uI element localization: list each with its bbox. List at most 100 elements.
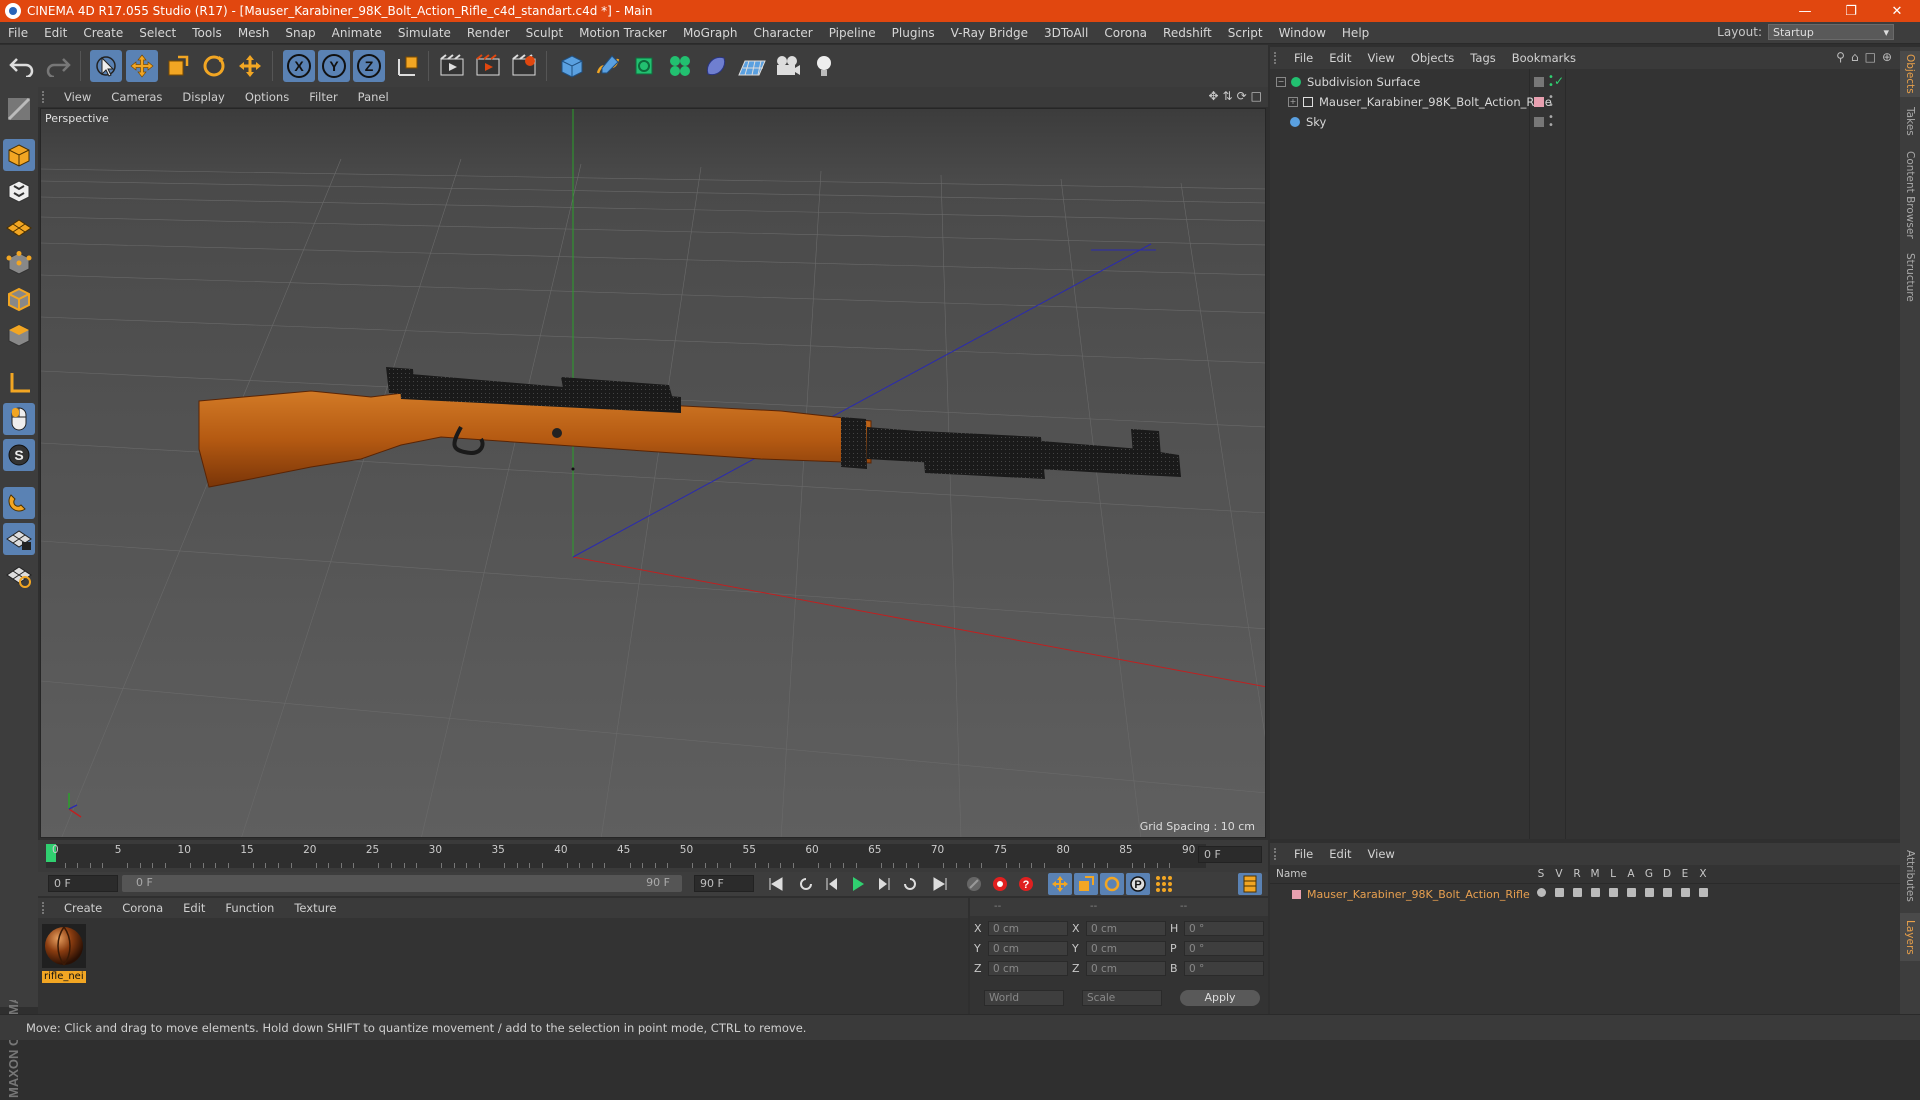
object-row-subdivision-surface[interactable]: − Subdivision Surface • • ✓ (1270, 72, 1900, 92)
visibility-dots-icon[interactable]: • • (1548, 93, 1554, 111)
scale-tool-icon[interactable] (162, 50, 194, 82)
objects-menu-bookmarks[interactable]: Bookmarks (1504, 51, 1584, 65)
visibility-dots-icon[interactable]: • • (1548, 113, 1554, 131)
objects-menu-file[interactable]: File (1286, 51, 1321, 65)
current-frame-field[interactable]: 0 F (1198, 846, 1262, 863)
render-to-picture-viewer-icon[interactable] (472, 50, 504, 82)
tab-content-browser[interactable]: Content Browser (1900, 145, 1920, 245)
menu-edit[interactable]: Edit (36, 26, 75, 40)
objects-menu-view[interactable]: View (1360, 51, 1403, 65)
render-view-icon[interactable] (436, 50, 468, 82)
enabled-check-icon[interactable]: ✓ (1554, 74, 1564, 88)
viewport-menu-panel[interactable]: Panel (348, 90, 399, 104)
tab-layers[interactable]: Layers (1900, 913, 1920, 961)
redo-icon[interactable] (42, 50, 74, 82)
layer-flag-toggle-icon[interactable] (1586, 888, 1604, 897)
key-parameter-icon[interactable]: P (1126, 873, 1150, 895)
position-y-field[interactable]: 0 cm (988, 941, 1068, 956)
y-axis-lock-button[interactable]: Y (318, 50, 350, 82)
layers-menu-file[interactable]: File (1286, 847, 1321, 861)
position-x-field[interactable]: 0 cm (988, 921, 1068, 936)
cube-primitive-icon[interactable] (556, 50, 588, 82)
next-frame-icon[interactable] (872, 873, 896, 895)
timeline-ruler[interactable]: 0 5 10 15 20 25 30 35 40 45 50 55 60 65 70 75 80 85 90 0 F (38, 840, 1268, 872)
previous-frame-icon[interactable] (820, 873, 844, 895)
rotate-tool-icon[interactable] (198, 50, 230, 82)
material-menu-function[interactable]: Function (215, 901, 284, 915)
viewport-rotate-icon[interactable]: ⟳ (1237, 89, 1247, 103)
home-icon[interactable]: ⌂ (1851, 50, 1859, 64)
end-frame-field[interactable]: 90 F (694, 875, 754, 892)
layers-menu-edit[interactable]: Edit (1321, 847, 1359, 861)
tab-attributes[interactable]: Attributes (1900, 843, 1920, 909)
menu-animate[interactable]: Animate (324, 26, 390, 40)
layer-flag-toggle-icon[interactable] (1532, 888, 1550, 897)
layers-menu-view[interactable]: View (1360, 847, 1403, 861)
previous-key-icon[interactable] (794, 873, 818, 895)
points-mode-icon[interactable] (3, 247, 35, 279)
floor-environment-icon[interactable] (736, 50, 768, 82)
viewport-pan-icon[interactable]: ✥ (1208, 89, 1218, 103)
layer-flag-toggle-icon[interactable] (1658, 888, 1676, 897)
material-swatch[interactable]: rifle_nei (42, 924, 86, 986)
layer-flag-toggle-icon[interactable] (1694, 888, 1712, 897)
menu-corona[interactable]: Corona (1096, 26, 1155, 40)
timeline-window-icon[interactable] (1238, 873, 1262, 895)
menu-script[interactable]: Script (1220, 26, 1271, 40)
size-y-field[interactable]: 0 cm (1086, 941, 1166, 956)
goto-end-icon[interactable] (928, 873, 952, 895)
objects-menu-edit[interactable]: Edit (1321, 51, 1359, 65)
object-row-rifle[interactable]: + Mauser_Karabiner_98K_Bolt_Action_Rifle… (1270, 92, 1900, 112)
rotation-b-field[interactable]: 0 ° (1184, 961, 1264, 976)
z-axis-lock-button[interactable]: Z (353, 50, 385, 82)
tab-takes[interactable]: Takes (1900, 101, 1920, 141)
close-button[interactable]: ✕ (1874, 0, 1920, 22)
key-position-icon[interactable] (1048, 873, 1072, 895)
workplane-mode-icon[interactable] (3, 211, 35, 243)
layer-color-icon[interactable] (1534, 97, 1544, 107)
viewport-menu-options[interactable]: Options (235, 90, 299, 104)
perspective-viewport[interactable]: Perspective Grid Spacing : 10 cm (40, 108, 1266, 838)
record-keys-disabled-icon[interactable] (962, 873, 986, 895)
transform-tool-icon[interactable] (234, 50, 266, 82)
spline-pen-icon[interactable] (592, 50, 624, 82)
tweak-mode-icon[interactable] (3, 403, 35, 435)
camera-icon[interactable] (772, 50, 804, 82)
minimize-button[interactable]: — (1782, 0, 1828, 22)
key-scale-icon[interactable] (1074, 873, 1098, 895)
viewport-menu-display[interactable]: Display (172, 90, 234, 104)
material-menu-create[interactable]: Create (54, 901, 112, 915)
rotation-p-field[interactable]: 0 ° (1184, 941, 1264, 956)
scale-select[interactable]: Scale (1082, 990, 1162, 1006)
objects-menu-objects[interactable]: Objects (1403, 51, 1462, 65)
layer-color-swatch[interactable] (1292, 889, 1301, 899)
move-tool-icon[interactable] (126, 50, 158, 82)
deformer-icon[interactable] (700, 50, 732, 82)
menu-help[interactable]: Help (1334, 26, 1377, 40)
make-editable-icon[interactable] (3, 93, 35, 125)
model-mode-icon[interactable] (3, 139, 35, 171)
layer-color-icon[interactable] (1534, 77, 1544, 87)
material-menu-corona[interactable]: Corona (112, 901, 173, 915)
menu-vray-bridge[interactable]: V-Ray Bridge (943, 26, 1036, 40)
lock-workplane-icon[interactable] (3, 523, 35, 555)
planar-workplane-icon[interactable] (3, 559, 35, 591)
layer-flag-toggle-icon[interactable] (1676, 888, 1694, 897)
material-menu-edit[interactable]: Edit (173, 901, 215, 915)
menu-snap[interactable]: Snap (277, 26, 323, 40)
menu-sculpt[interactable]: Sculpt (518, 26, 571, 40)
restore-button[interactable]: ❐ (1828, 0, 1874, 22)
edges-mode-icon[interactable] (3, 283, 35, 315)
menu-motion-tracker[interactable]: Motion Tracker (571, 26, 675, 40)
menu-file[interactable]: File (0, 26, 36, 40)
material-menu-texture[interactable]: Texture (284, 901, 346, 915)
object-row-sky[interactable]: Sky • • (1270, 112, 1900, 132)
menu-window[interactable]: Window (1271, 26, 1334, 40)
menu-select[interactable]: Select (131, 26, 184, 40)
autokey-record-icon[interactable] (988, 873, 1012, 895)
render-settings-icon[interactable] (508, 50, 540, 82)
texture-mode-icon[interactable] (3, 175, 35, 207)
layer-row[interactable]: Mauser_Karabiner_98K_Bolt_Action_Rifle (1270, 885, 1900, 903)
search-icon[interactable]: ⚲ (1836, 50, 1845, 64)
start-frame-field[interactable]: 0 F (48, 875, 118, 892)
